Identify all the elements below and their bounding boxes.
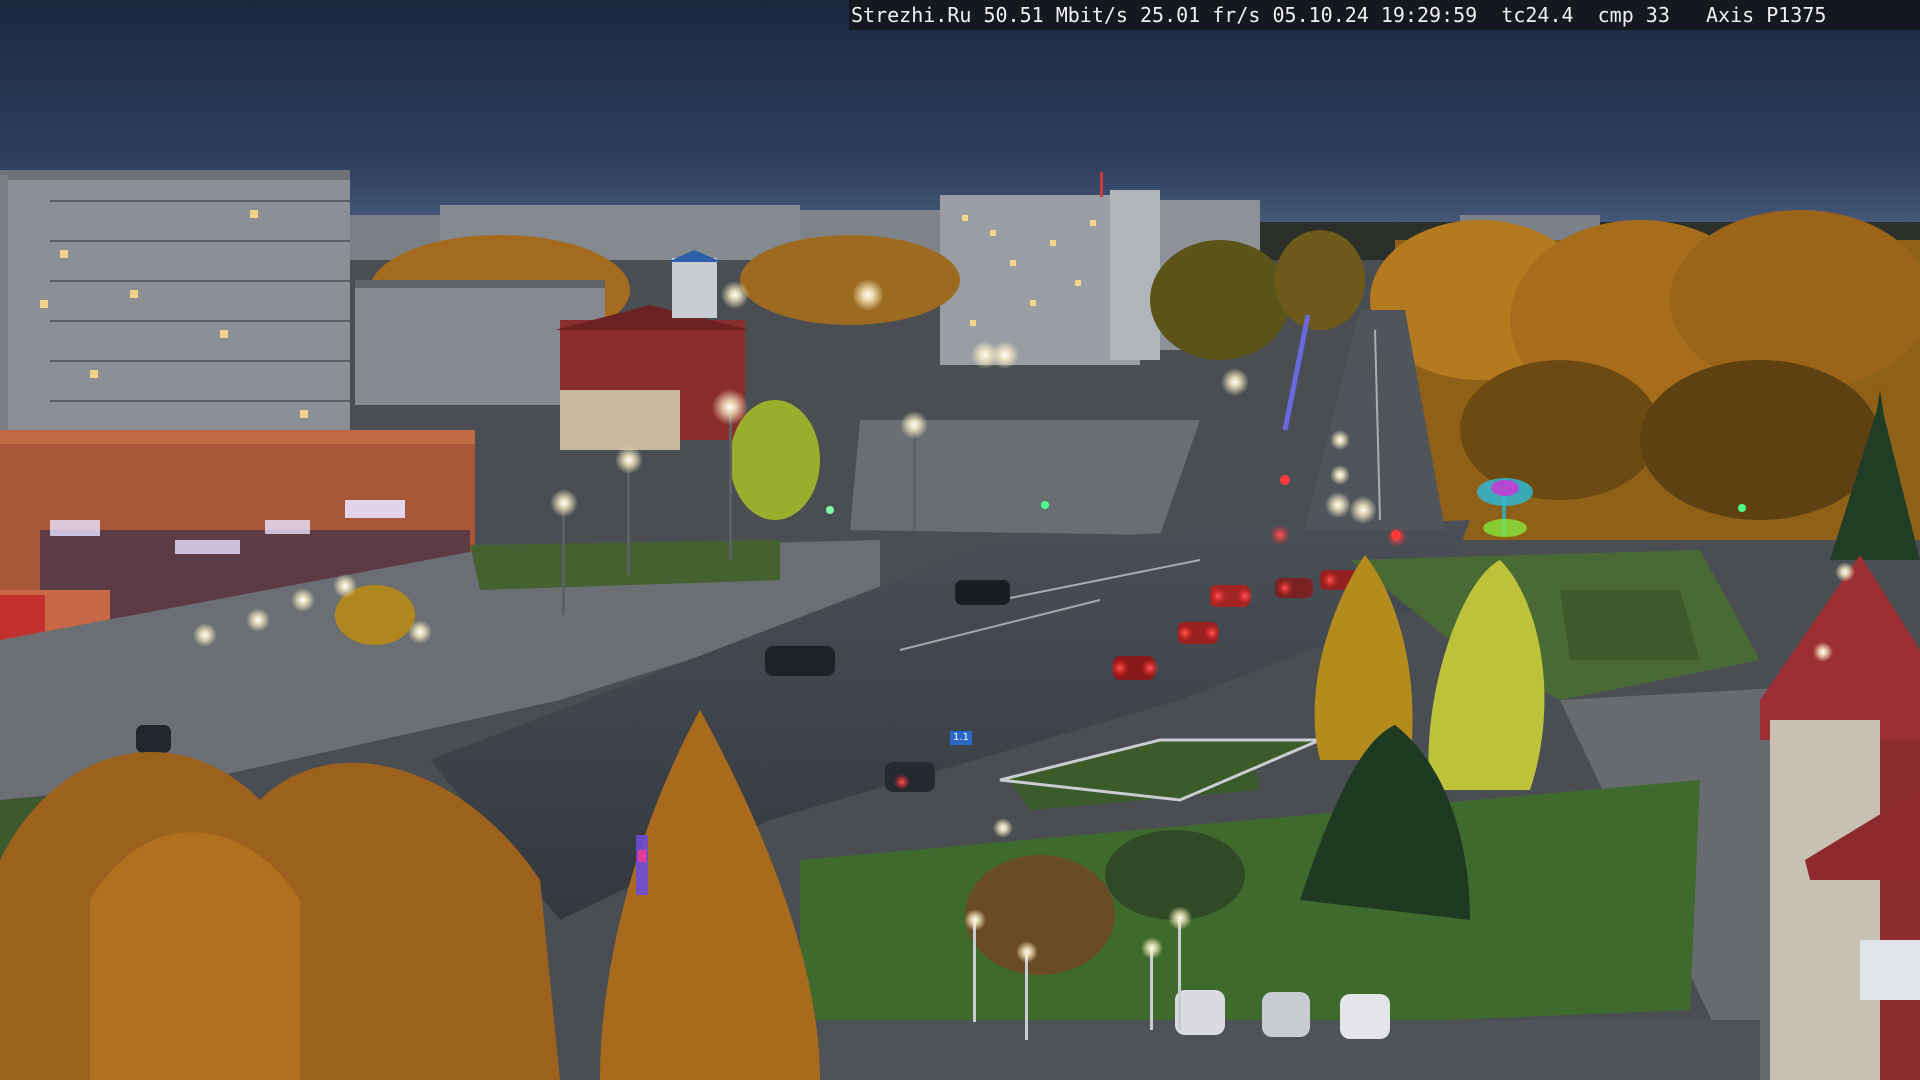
osd-bitrate: 50.51 Mbit/s (983, 3, 1128, 27)
lamp (721, 281, 749, 309)
osd-tc: tc24.4 (1501, 3, 1574, 27)
city-scene (0, 0, 1920, 1080)
webcam-frame: 1.1 (0, 0, 1920, 1080)
lamp (852, 279, 884, 311)
osd-site: Strezhi.Ru (851, 3, 972, 27)
osd-time: 19:29:59 (1380, 3, 1478, 27)
osd-framerate: 25.01 fr/s (1140, 3, 1261, 27)
parked-cars (1175, 990, 1390, 1039)
road-sign: 1.1 (950, 731, 972, 745)
decorative-column (636, 835, 648, 895)
lamp (1221, 368, 1249, 396)
right-forest (1370, 210, 1920, 560)
camera-osd-overlay: Strezhi.Ru 50.51 Mbit/s 25.01 fr/s 05.10… (849, 0, 1920, 30)
osd-cmp: cmp 33 (1597, 3, 1670, 27)
osd-date: 05.10.24 (1272, 3, 1369, 27)
central-plaza (850, 420, 1200, 535)
osd-camera-model: Axis P1375 (1706, 3, 1827, 27)
road-sign-label: 1.1 (953, 732, 969, 743)
